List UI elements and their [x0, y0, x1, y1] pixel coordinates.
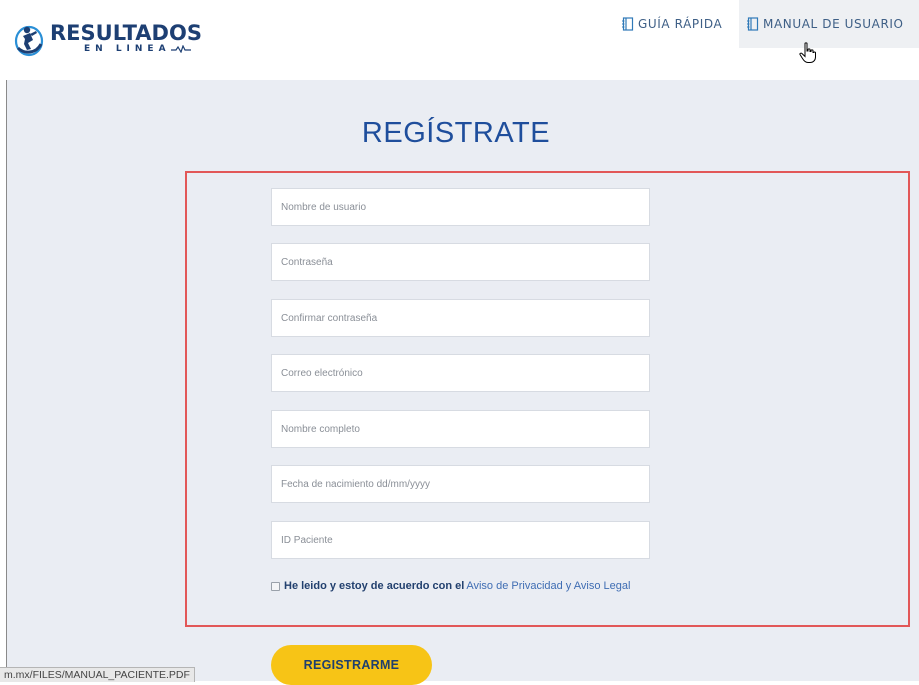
book-icon: [622, 17, 634, 31]
full-name-input[interactable]: [271, 410, 650, 448]
terms-row: He leido y estoy de acuerdo con el Aviso…: [271, 579, 630, 593]
email-input[interactable]: [271, 354, 650, 392]
register-button-label: REGISTRARME: [303, 658, 400, 672]
logo-title: RESULTADOS: [50, 21, 202, 45]
privacy-notice-link[interactable]: Aviso de Privacidad y Aviso Legal: [466, 580, 630, 592]
logo-subtitle: EN LINEA: [84, 44, 171, 54]
terms-checkbox[interactable]: [271, 581, 280, 591]
register-button[interactable]: REGISTRARME: [271, 645, 432, 685]
password-input[interactable]: [271, 243, 650, 281]
confirm-password-input[interactable]: [271, 299, 650, 337]
heartbeat-icon: [170, 45, 191, 53]
nav-quick-guide-label: GUÍA RÁPIDA: [638, 17, 723, 31]
terms-text: He leido y estoy de acuerdo con el: [284, 580, 465, 592]
logo-icon: [14, 25, 44, 57]
username-input[interactable]: [271, 188, 650, 226]
page-title: REGÍSTRATE: [361, 117, 551, 149]
status-bar-url: m.mx/FILES/MANUAL_PACIENTE.PDF: [0, 667, 195, 682]
nav-user-manual-label: MANUAL DE USUARIO: [763, 17, 904, 31]
hand-cursor-icon: [799, 42, 816, 63]
nav-user-manual[interactable]: MANUAL DE USUARIO: [739, 0, 919, 48]
logo[interactable]: RESULTADOS EN LINEA: [14, 18, 202, 62]
book-icon: [747, 17, 759, 31]
header: RESULTADOS EN LINEA GUÍA RÁPIDA MANUAL D…: [6, 0, 919, 80]
patient-id-input[interactable]: [271, 521, 650, 559]
nav-quick-guide[interactable]: GUÍA RÁPIDA: [614, 0, 732, 48]
birth-date-input[interactable]: [271, 465, 650, 503]
